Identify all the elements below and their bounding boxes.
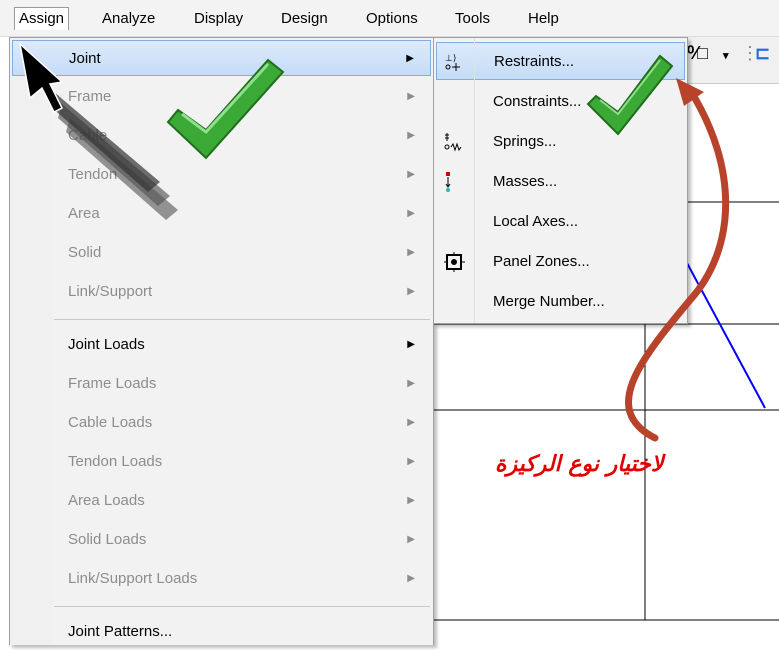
masses-icon xyxy=(444,172,464,192)
menu-item-label: Joint xyxy=(69,50,101,67)
scale-toggle-icon[interactable]: ⁰⁄□ xyxy=(687,43,708,64)
submenu-gutter-line xyxy=(474,38,475,323)
menu-item-cable[interactable]: Cable ▶ xyxy=(12,118,431,154)
submenu-item-label: Restraints... xyxy=(494,53,575,70)
menu-item-solid-loads[interactable]: Solid Loads ▶ xyxy=(12,522,431,558)
menu-analyze[interactable]: Analyze xyxy=(98,8,159,30)
menu-item-frame-loads[interactable]: Frame Loads ▶ xyxy=(12,366,431,402)
toolbar: ⁰⁄□ ▾ ⋮ ⊏ xyxy=(683,37,779,84)
menu-item-solid[interactable]: Solid ▶ xyxy=(12,235,431,271)
submenu-arrow-icon: ▶ xyxy=(407,169,415,180)
menu-item-joint-patterns[interactable]: Joint Patterns... xyxy=(12,614,431,650)
submenu-item-label: Merge Number... xyxy=(493,293,605,310)
submenu-arrow-icon: ▶ xyxy=(407,573,415,584)
springs-icon xyxy=(444,132,464,152)
menu-item-label: Tendon xyxy=(68,166,118,183)
menu-item-link-support[interactable]: Link/Support ▶ xyxy=(12,274,431,310)
frame-icon[interactable]: ⊏ xyxy=(755,43,770,64)
menu-design[interactable]: Design xyxy=(277,8,332,30)
menu-item-tendon-loads[interactable]: Tendon Loads ▶ xyxy=(12,444,431,480)
menu-options[interactable]: Options xyxy=(362,8,422,30)
submenu-arrow-icon: ▶ xyxy=(407,417,415,428)
menu-display[interactable]: Display xyxy=(190,8,247,30)
submenu-arrow-icon: ▶ xyxy=(407,534,415,545)
menu-item-label: Cable Loads xyxy=(68,414,153,431)
menu-item-label: Link/Support xyxy=(68,283,153,300)
menu-tools[interactable]: Tools xyxy=(451,8,494,30)
menu-item-label: Link/Support Loads xyxy=(68,570,198,587)
menu-item-label: Solid Loads xyxy=(68,531,147,548)
submenu-arrow-icon: ▶ xyxy=(407,495,415,506)
menu-item-label: Frame xyxy=(68,88,112,105)
submenu-item-label: Constraints... xyxy=(493,93,582,110)
menu-item-label: Area Loads xyxy=(68,492,145,509)
submenu-arrow-icon: ▶ xyxy=(407,378,415,389)
menu-separator xyxy=(54,319,430,320)
submenu-arrow-icon: ▶ xyxy=(406,53,414,64)
menu-item-label: Area xyxy=(68,205,100,222)
svg-text:⊥⟩: ⊥⟩ xyxy=(445,54,456,64)
menu-item-label: Frame Loads xyxy=(68,375,157,392)
menu-help[interactable]: Help xyxy=(524,8,563,30)
submenu-arrow-icon: ▶ xyxy=(407,91,415,102)
panel-zones-icon xyxy=(444,252,465,272)
submenu-arrow-icon: ▶ xyxy=(407,339,415,350)
dropdown-arrow-icon[interactable]: ▾ xyxy=(723,49,729,62)
menu-bar: Assign Analyze Display Design Options To… xyxy=(0,0,779,37)
submenu-arrow-icon: ▶ xyxy=(407,286,415,297)
restraints-icon: ⊥⟩ xyxy=(445,52,465,72)
submenu-arrow-icon: ▶ xyxy=(407,208,415,219)
submenu-item-label: Springs... xyxy=(493,133,557,150)
menu-item-area-loads[interactable]: Area Loads ▶ xyxy=(12,483,431,519)
assign-menu: Joint ▶ Frame ▶ Cable ▶ Tendon ▶ Area ▶ Solid ▶ Link… xyxy=(9,37,434,645)
menu-separator xyxy=(54,606,430,607)
menu-assign[interactable]: Assign xyxy=(14,7,70,30)
submenu-item-label: Local Axes... xyxy=(493,213,579,230)
menu-item-label: Solid xyxy=(68,244,102,261)
menu-item-label: Tendon Loads xyxy=(68,453,163,470)
instruction-annotation: لاختيار نوع الركيزة xyxy=(495,452,664,477)
menu-item-label: Joint Patterns... xyxy=(68,623,173,640)
submenu-arrow-icon: ▶ xyxy=(407,247,415,258)
menu-item-frame[interactable]: Frame ▶ xyxy=(12,79,431,115)
submenu-item-label: Panel Zones... xyxy=(493,253,590,270)
submenu-arrow-icon: ▶ xyxy=(407,130,415,141)
menu-item-cable-loads[interactable]: Cable Loads ▶ xyxy=(12,405,431,441)
menu-item-joint[interactable]: Joint ▶ xyxy=(12,40,431,76)
joint-submenu: ⊥⟩ Restraints... Constraints... Springs... M… xyxy=(433,37,688,324)
menu-item-label: Cable xyxy=(68,127,108,144)
menu-item-label: Joint Loads xyxy=(68,336,145,353)
menu-item-area[interactable]: Area ▶ xyxy=(12,196,431,232)
menu-item-link-support-loads[interactable]: Link/Support Loads ▶ xyxy=(12,561,431,597)
submenu-item-label: Masses... xyxy=(493,173,558,190)
submenu-arrow-icon: ▶ xyxy=(407,456,415,467)
menu-item-joint-loads[interactable]: Joint Loads ▶ xyxy=(12,327,431,363)
menu-item-tendon[interactable]: Tendon ▶ xyxy=(12,157,431,193)
